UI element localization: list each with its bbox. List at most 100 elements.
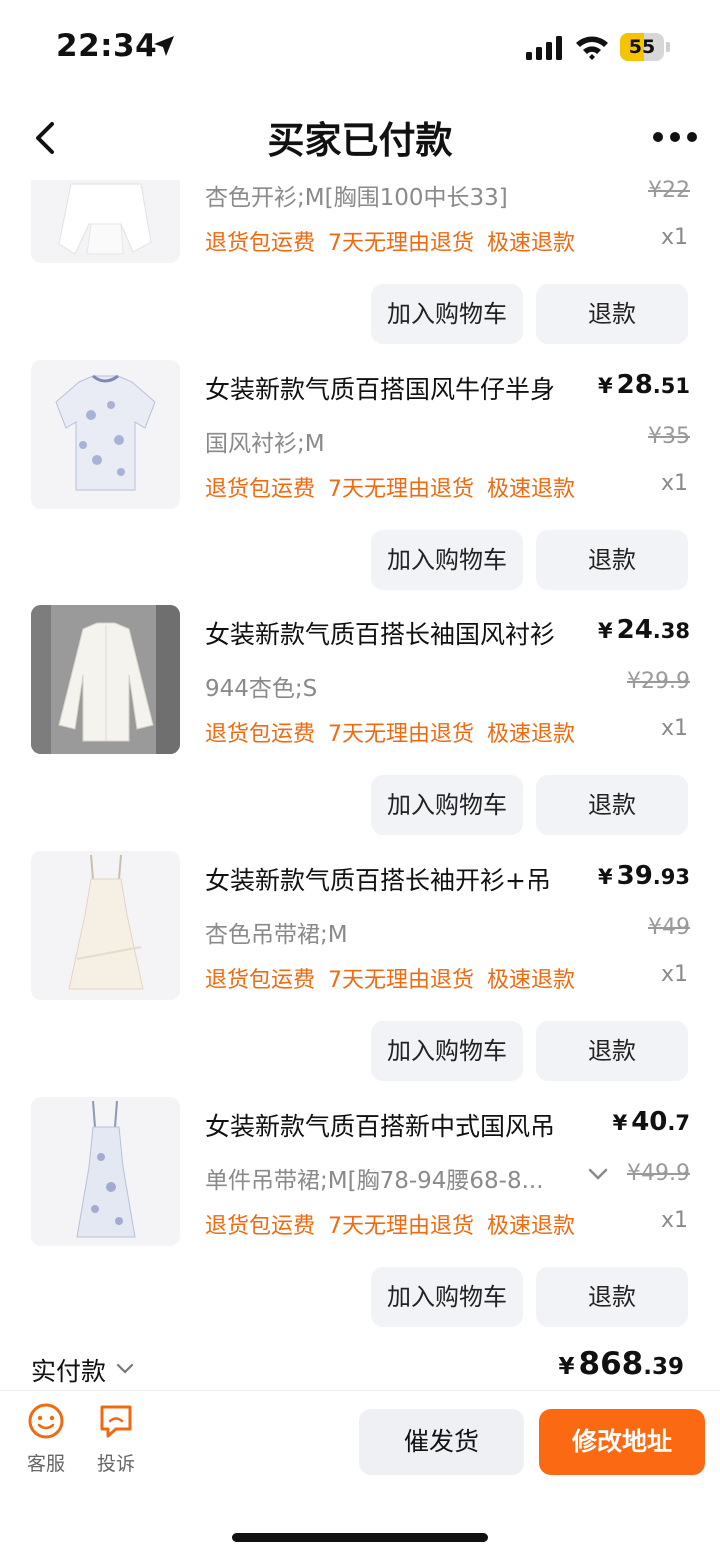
price-integer: 39	[616, 861, 653, 891]
item-sku: 杏色开衫;M[胸围100中长33]	[205, 185, 508, 211]
item-title: 女装新款气质百搭长袖开衫+吊	[205, 866, 551, 895]
tag-7day-return: 7天无理由退货	[328, 477, 475, 502]
item-quantity: x1	[660, 962, 688, 987]
refund-button[interactable]: 退款	[536, 775, 688, 835]
complaint-icon	[100, 1405, 132, 1438]
order-items-list[interactable]: 杏色开衫;M[胸围100中长33] ¥22 退货包运费 7天无理由退货 极速退款 x…	[0, 180, 720, 1390]
nav-bar: 买家已付款	[0, 96, 720, 180]
item-original-price: ¥35	[648, 424, 690, 449]
chevron-down-icon[interactable]	[588, 1167, 608, 1181]
currency-symbol: ¥	[612, 1111, 628, 1135]
add-to-cart-button[interactable]: 加入购物车	[371, 284, 523, 344]
item-service-tags: 退货包运费 7天无理由退货 极速退款	[205, 471, 588, 503]
price-integer: 24	[616, 615, 653, 645]
price-decimal: .38	[652, 619, 690, 643]
product-image[interactable]	[31, 180, 180, 263]
total-decimal: .39	[643, 1354, 684, 1380]
currency-symbol: ¥	[597, 374, 613, 398]
change-address-button[interactable]: 修改地址	[539, 1409, 705, 1475]
item-title: 女装新款气质百搭国风牛仔半身	[205, 375, 556, 404]
add-to-cart-button[interactable]: 加入购物车	[371, 1021, 523, 1081]
item-price: ¥40.7	[613, 1107, 690, 1137]
price-decimal: .7	[667, 1111, 690, 1135]
status-time: 22:34	[56, 28, 158, 64]
order-item: 女装新款气质百搭长袖国风衬衫 ¥24.38 944杏色;S ¥29.9 退货包运…	[0, 605, 720, 845]
customer-service-button[interactable]: 客服	[16, 1401, 76, 1476]
currency-symbol: ¥	[597, 865, 613, 889]
customer-service-icon	[28, 1403, 64, 1439]
battery-level: 55	[628, 36, 656, 58]
add-to-cart-button[interactable]: 加入购物车	[371, 1267, 523, 1327]
complaint-button[interactable]: 投诉	[86, 1401, 146, 1476]
total-integer: 868	[578, 1346, 644, 1382]
tag-fast-refund: 极速退款	[487, 1214, 576, 1239]
complaint-label: 投诉	[96, 1453, 135, 1475]
home-indicator	[232, 1533, 488, 1542]
tag-return-shipping: 退货包运费	[205, 231, 316, 256]
battery-indicator: 55	[620, 33, 672, 61]
item-service-tags: 退货包运费 7天无理由退货 极速退款	[205, 716, 588, 748]
bottom-action-bar: 客服 投诉 催发货 修改地址	[0, 1390, 720, 1559]
total-paid-amount: ¥868.39	[559, 1346, 684, 1382]
tag-7day-return: 7天无理由退货	[328, 722, 475, 747]
item-quantity: x1	[660, 716, 688, 741]
price-decimal: .51	[652, 374, 690, 398]
tag-fast-refund: 极速退款	[487, 477, 576, 502]
more-dots-icon[interactable]	[650, 122, 700, 152]
item-original-price: ¥29.9	[627, 669, 690, 694]
item-original-price: ¥49.9	[627, 1161, 690, 1186]
urge-shipment-button[interactable]: 催发货	[359, 1409, 524, 1475]
tag-return-shipping: 退货包运费	[205, 722, 316, 747]
item-quantity: x1	[660, 471, 688, 496]
item-sku[interactable]: 单件吊带裙;M[胸78-94腰68-8...	[205, 1161, 575, 1195]
product-image[interactable]	[31, 851, 180, 1000]
price-integer: 40	[631, 1107, 668, 1137]
tag-return-shipping: 退货包运费	[205, 477, 316, 502]
order-item: 女装新款气质百搭长袖开衫+吊 ¥39.93 杏色吊带裙;M ¥49 退货包运费 7…	[0, 851, 720, 1091]
item-service-tags: 退货包运费 7天无理由退货 极速退款	[205, 225, 588, 257]
item-sku: 杏色吊带裙;M	[205, 922, 348, 948]
product-image[interactable]	[31, 605, 180, 754]
refund-button[interactable]: 退款	[536, 530, 688, 590]
refund-button[interactable]: 退款	[536, 284, 688, 344]
total-paid-label: 实付款	[31, 1357, 107, 1386]
refund-button[interactable]: 退款	[536, 1267, 688, 1327]
tag-return-shipping: 退货包运费	[205, 968, 316, 993]
item-service-tags: 退货包运费 7天无理由退货 极速退款	[205, 962, 588, 994]
item-title: 女装新款气质百搭新中式国风吊	[205, 1112, 556, 1141]
item-original-price: ¥49	[648, 915, 690, 940]
item-sku: 国风衬衫;M	[205, 431, 325, 457]
product-image[interactable]	[31, 360, 180, 509]
item-price: ¥24.38	[598, 615, 690, 645]
refund-button[interactable]: 退款	[536, 1021, 688, 1081]
customer-service-label: 客服	[26, 1453, 65, 1475]
order-item: 杏色开衫;M[胸围100中长33] ¥22 退货包运费 7天无理由退货 极速退款 x…	[0, 180, 720, 354]
tag-fast-refund: 极速退款	[487, 968, 576, 993]
item-price: ¥39.93	[598, 861, 690, 891]
currency-symbol: ¥	[558, 1354, 575, 1380]
add-to-cart-button[interactable]: 加入购物车	[371, 530, 523, 590]
page-title: 买家已付款	[267, 119, 453, 162]
item-service-tags: 退货包运费 7天无理由退货 极速退款	[205, 1208, 588, 1240]
total-paid-row[interactable]: 实付款 ¥868.39	[0, 1340, 720, 1390]
item-quantity: x1	[660, 225, 688, 250]
tag-return-shipping: 退货包运费	[205, 1214, 316, 1239]
item-sku: 944杏色;S	[205, 676, 318, 702]
item-title: 女装新款气质百搭长袖国风衬衫	[205, 620, 556, 649]
price-integer: 28	[616, 370, 653, 400]
order-item: 女装新款气质百搭国风牛仔半身 ¥28.51 国风衬衫;M ¥35 退货包运费 7天…	[0, 360, 720, 600]
wifi-icon	[576, 36, 608, 60]
item-price: ¥28.51	[598, 370, 690, 400]
product-image[interactable]	[31, 1097, 180, 1246]
status-bar: 22:34 55	[0, 0, 720, 96]
tag-fast-refund: 极速退款	[487, 722, 576, 747]
tag-7day-return: 7天无理由退货	[328, 968, 475, 993]
chevron-down-icon[interactable]	[116, 1363, 134, 1375]
item-original-price: ¥22	[648, 180, 690, 203]
price-decimal: .93	[652, 865, 690, 889]
signal-icon	[526, 36, 562, 60]
add-to-cart-button[interactable]: 加入购物车	[371, 775, 523, 835]
order-item: 女装新款气质百搭新中式国风吊 ¥40.7 单件吊带裙;M[胸78-94腰68-8…	[0, 1097, 720, 1337]
tag-7day-return: 7天无理由退货	[328, 1214, 475, 1239]
tag-7day-return: 7天无理由退货	[328, 231, 475, 256]
